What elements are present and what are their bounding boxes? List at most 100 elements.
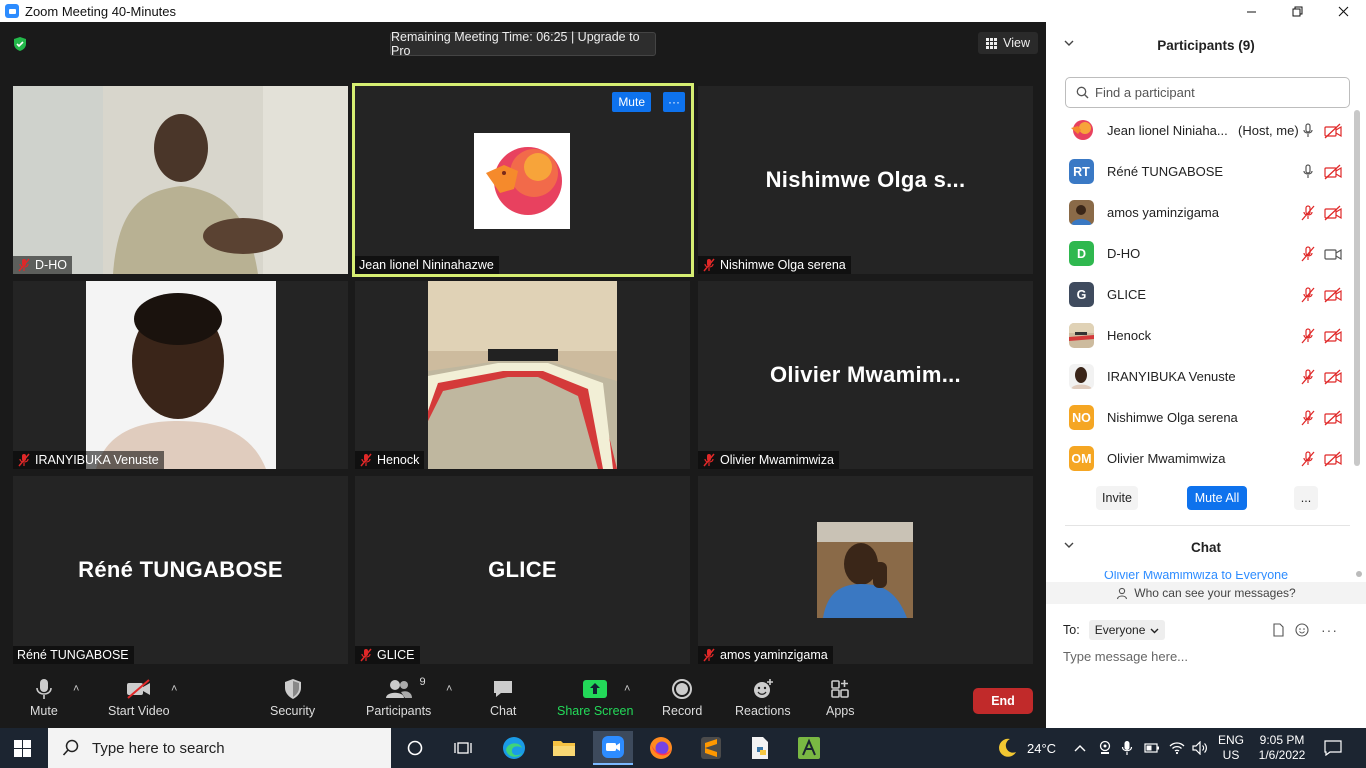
participant-name: GLICE (377, 648, 415, 662)
microphone-icon[interactable] (1300, 122, 1316, 139)
who-can-see-link[interactable]: Who can see your messages? (1046, 582, 1366, 604)
tile-more-button[interactable]: ··· (663, 92, 685, 112)
video-off-icon[interactable] (1324, 369, 1342, 385)
invite-button[interactable]: Invite (1096, 486, 1138, 510)
video-tile-nishimwe-olga[interactable]: Nishimwe Olga s... Nishimwe Olga serena (698, 86, 1033, 274)
video-off-icon[interactable] (1324, 123, 1342, 139)
video-camera-icon[interactable] (1324, 246, 1342, 262)
tile-mute-button[interactable]: Mute (612, 92, 651, 112)
speaker-icon[interactable] (1192, 741, 1208, 755)
mic-muted-icon[interactable] (1300, 286, 1316, 303)
mute-button[interactable]: Mute (30, 674, 58, 718)
find-participant-input[interactable] (1095, 85, 1335, 100)
battery-icon[interactable] (1144, 743, 1160, 753)
weather-moon-icon[interactable] (996, 737, 1018, 759)
video-off-icon[interactable] (1324, 164, 1342, 180)
collapse-chevron-icon[interactable] (1064, 540, 1074, 550)
firefox-app[interactable] (646, 734, 676, 762)
video-tile-rene[interactable]: Réné TUNGABOSE Réné TUNGABOSE (13, 476, 348, 664)
reactions-button[interactable]: Reactions (735, 674, 791, 718)
participant-row[interactable]: RT Réné TUNGABOSE (1046, 151, 1356, 192)
remaining-time-banner[interactable]: Remaining Meeting Time: 06:25 | Upgrade … (390, 30, 656, 58)
participant-row[interactable]: OM Olivier Mwamimwiza (1046, 438, 1356, 479)
video-off-icon[interactable] (1324, 287, 1342, 303)
audio-options-chevron-icon[interactable]: ˄ (73, 683, 79, 695)
participants-scrollbar[interactable] (1354, 110, 1360, 466)
restore-button[interactable] (1274, 0, 1320, 22)
close-button[interactable] (1320, 0, 1366, 22)
video-off-icon[interactable] (1324, 328, 1342, 344)
file-icon[interactable] (1272, 623, 1285, 637)
video-tile-iranyibuka[interactable]: IRANYIBUKA Venuste (13, 281, 348, 469)
notifications-icon[interactable] (1324, 740, 1342, 756)
start-video-button[interactable]: Start Video (108, 674, 170, 718)
language-indicator[interactable]: ENG US (1218, 733, 1244, 763)
webcam-tray-icon[interactable] (1098, 740, 1112, 756)
participants-button[interactable]: 9 Participants (366, 674, 431, 718)
recipient-select[interactable]: Everyone (1088, 620, 1166, 640)
collapse-chevron-icon[interactable] (1064, 38, 1074, 48)
view-button[interactable]: View (978, 32, 1038, 54)
file-explorer-app[interactable] (549, 734, 579, 762)
participant-display-name: Olivier Mwamim... (770, 362, 961, 387)
start-button[interactable] (14, 740, 31, 757)
participant-row[interactable]: Henock (1046, 315, 1356, 356)
chat-button[interactable]: Chat (490, 674, 516, 718)
temperature[interactable]: 24°C (1027, 741, 1056, 756)
participant-row[interactable]: NO Nishimwe Olga serena (1046, 397, 1356, 438)
figure-app[interactable] (794, 734, 824, 762)
microphone-icon[interactable] (1300, 163, 1316, 180)
cortana-button[interactable] (400, 734, 430, 762)
mic-muted-icon[interactable] (1300, 204, 1316, 221)
wifi-icon[interactable] (1169, 741, 1185, 755)
encryption-shield-icon[interactable] (12, 36, 28, 52)
participant-row[interactable]: amos yaminzigama (1046, 192, 1356, 233)
task-view-button[interactable] (448, 734, 478, 762)
minimize-button[interactable] (1228, 0, 1274, 22)
mic-muted-icon[interactable] (1300, 245, 1316, 262)
more-options-button[interactable]: ... (1294, 486, 1318, 510)
video-tile-glice[interactable]: GLICE GLICE (355, 476, 690, 664)
participant-row[interactable]: Jean lionel Niniaha... (Host, me) (1046, 110, 1356, 151)
mic-muted-icon[interactable] (1300, 368, 1316, 385)
apps-button[interactable]: Apps (826, 674, 855, 718)
video-off-icon[interactable] (1324, 451, 1342, 467)
participants-icon (385, 680, 412, 698)
video-tile-olivier[interactable]: Olivier Mwamim... Olivier Mwamimwiza (698, 281, 1033, 469)
chat-scrollbar[interactable] (1356, 571, 1362, 577)
sublime-text-app[interactable] (696, 734, 726, 762)
participants-options-chevron-icon[interactable]: ˄ (446, 683, 452, 695)
video-options-chevron-icon[interactable]: ˄ (171, 683, 177, 695)
show-hidden-icons-chevron-icon[interactable] (1074, 743, 1086, 753)
participant-name-tag: IRANYIBUKA Venuste (13, 451, 164, 469)
python-app[interactable] (745, 734, 775, 762)
video-tile-jean-lionel[interactable]: Mute ··· Jean lionel Nininahazwe (352, 83, 694, 277)
emoji-icon[interactable] (1295, 623, 1309, 637)
taskbar-search-box[interactable]: Type here to search (48, 728, 391, 768)
find-participant-field[interactable] (1065, 77, 1350, 108)
share-options-chevron-icon[interactable]: ˄ (624, 683, 630, 695)
message-input[interactable]: Type message here... (1063, 649, 1188, 664)
record-button[interactable]: Record (662, 674, 702, 718)
edge-app[interactable] (499, 734, 529, 762)
microphone-tray-icon[interactable] (1121, 740, 1133, 756)
security-button[interactable]: Security (270, 674, 315, 718)
mute-all-button[interactable]: Mute All (1187, 486, 1247, 510)
video-tile-henock[interactable]: Henock (355, 281, 690, 469)
mic-muted-icon[interactable] (1300, 409, 1316, 426)
video-tile-amos[interactable]: amos yaminzigama (698, 476, 1033, 664)
clock[interactable]: 9:05 PM 1/6/2022 (1255, 733, 1309, 763)
end-meeting-button[interactable]: End (973, 688, 1033, 714)
mic-muted-icon[interactable] (1300, 327, 1316, 344)
share-screen-button[interactable]: Share Screen (557, 674, 633, 718)
zoom-app[interactable] (593, 731, 633, 765)
participant-row[interactable]: D D-HO (1046, 233, 1356, 274)
video-tile-d-ho[interactable]: D-HO (13, 86, 348, 274)
mic-muted-icon[interactable] (1300, 450, 1316, 467)
more-options-icon[interactable]: ··· (1321, 622, 1338, 638)
video-off-icon[interactable] (1324, 205, 1342, 221)
participant-row[interactable]: IRANYIBUKA Venuste (1046, 356, 1356, 397)
participant-row[interactable]: G GLICE (1046, 274, 1356, 315)
participant-name: GLICE (1107, 287, 1147, 302)
video-off-icon[interactable] (1324, 410, 1342, 426)
